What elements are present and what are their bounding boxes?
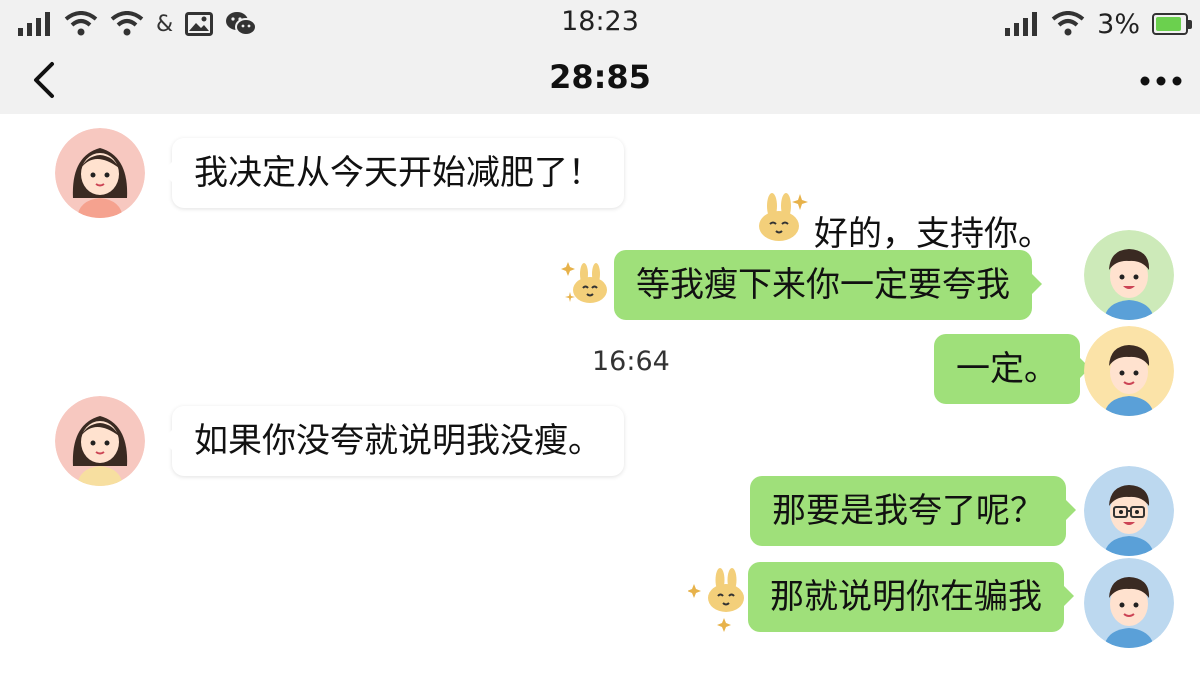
battery-level — [1156, 17, 1181, 31]
bunny-sticker — [750, 186, 814, 250]
message-text: 我决定从今天开始减肥了！ — [194, 153, 602, 193]
girl-avatar[interactable] — [55, 396, 145, 486]
message-text: 如果你没夸就说明我没瘦。 — [194, 421, 602, 461]
battery-percent: 3% — [1097, 8, 1140, 40]
battery-icon — [1152, 13, 1192, 35]
bunny-sticker — [560, 254, 616, 314]
message-text: 一定。 — [956, 349, 1058, 389]
status-bar-right-icons: 3% — [1005, 8, 1192, 40]
status-bar: & 18:23 3% — [0, 0, 1200, 48]
boy-avatar[interactable] — [1084, 558, 1174, 648]
message-bubble-sent[interactable]: 那要是我夸了呢？ — [750, 476, 1076, 546]
message-bubble-sent[interactable]: 等我瘦下来你一定要夸我 — [614, 250, 1042, 320]
girl-avatar[interactable] — [55, 128, 145, 218]
chat-title: 28:85 — [549, 58, 651, 96]
more-dots-icon[interactable] — [1136, 66, 1186, 96]
message-text: 那就说明你在骗我 — [770, 577, 1042, 617]
message-bubble-sent[interactable]: 一定。 — [934, 334, 1090, 404]
bunny-sticker — [687, 562, 748, 636]
message-bubble-sent[interactable]: 那就说明你在骗我 — [748, 562, 1074, 632]
chat-header: 28:85 — [0, 48, 1200, 114]
message-text: 那要是我夸了呢？ — [772, 491, 1044, 531]
message-bubble-received[interactable]: 我决定从今天开始减肥了！ — [162, 138, 624, 208]
boy-avatar[interactable] — [1084, 230, 1174, 320]
message-text: 等我瘦下来你一定要夸我 — [636, 265, 1010, 305]
chat-area[interactable]: 我决定从今天开始减肥了！ 好的，支持你。 等我瘦下来你一定要夸我 一定。 16:… — [0, 114, 1200, 673]
message-text-plain[interactable]: 好的，支持你。 — [814, 206, 1052, 255]
signal-icon — [1005, 12, 1038, 36]
boy-glasses-avatar[interactable] — [1084, 466, 1174, 556]
message-bubble-received[interactable]: 如果你没夸就说明我没瘦。 — [162, 406, 624, 476]
wifi-icon — [1051, 11, 1085, 36]
chat-timestamp: 16:64 — [592, 346, 670, 377]
boy-avatar[interactable] — [1084, 326, 1174, 416]
